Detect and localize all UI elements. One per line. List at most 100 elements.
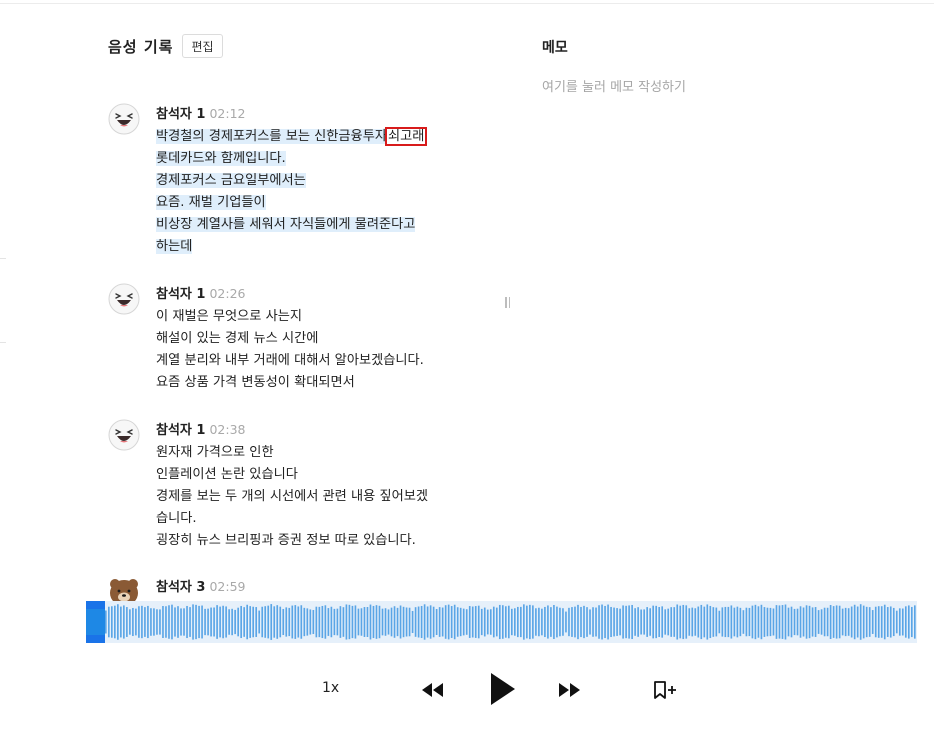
waveform-bar xyxy=(877,606,880,638)
rewind-button[interactable] xyxy=(420,678,446,702)
waveform-bar xyxy=(532,605,534,639)
waveform-bars xyxy=(105,604,916,640)
waveform-bar xyxy=(589,609,591,635)
waveform-bar xyxy=(372,605,375,639)
edit-button[interactable]: 편집 xyxy=(182,34,223,58)
pane-resize-handle[interactable] xyxy=(505,297,510,308)
waveform-bar xyxy=(592,607,594,637)
waveform-bar xyxy=(459,607,462,637)
waveform-bar xyxy=(511,608,513,636)
transcript-text: 이 재벌은 무엇으로 사는지 해설이 있는 경제 뉴스 시간에 계열 분리와 내… xyxy=(156,306,424,394)
waveform-bar xyxy=(634,608,636,636)
highlighted-word[interactable]: 쇠고래 xyxy=(384,127,428,146)
waveform-bar xyxy=(294,605,297,639)
waveform-bar xyxy=(520,606,522,638)
waveform-bar xyxy=(492,606,495,638)
waveform-bar xyxy=(369,604,372,640)
waveform-bar xyxy=(195,604,197,640)
waveform-bar xyxy=(303,607,306,637)
memo-input[interactable] xyxy=(542,80,902,95)
waveform-bar xyxy=(327,608,330,636)
waveform-bar xyxy=(607,604,609,640)
timestamp-link[interactable]: 02:59 xyxy=(209,579,245,594)
waveform-bar xyxy=(733,607,736,637)
waveform-bar xyxy=(330,606,333,638)
add-bookmark-button[interactable] xyxy=(650,678,680,702)
waveform-bar xyxy=(829,605,832,639)
waveform-bar xyxy=(841,608,844,636)
timestamp-link[interactable]: 02:26 xyxy=(209,286,245,301)
waveform-bar xyxy=(429,605,432,639)
transcript-line: 요즘. 재벌 기업들이 xyxy=(156,195,266,210)
waveform-bar xyxy=(291,605,294,639)
play-icon xyxy=(491,673,515,705)
waveform-bar xyxy=(856,606,859,638)
waveform-bar xyxy=(159,609,161,635)
play-button[interactable] xyxy=(486,670,518,708)
fast-forward-button[interactable] xyxy=(556,678,582,702)
waveform-bar xyxy=(859,604,862,640)
timestamp-link[interactable]: 02:12 xyxy=(209,106,245,121)
waveform-bar xyxy=(162,606,164,638)
left-edge-tick xyxy=(0,258,6,259)
waveform-bar xyxy=(568,607,570,637)
waveform-bar xyxy=(258,610,261,634)
playhead-handle[interactable] xyxy=(86,601,105,643)
waveform-bar xyxy=(688,608,691,636)
waveform-bar xyxy=(697,606,700,638)
waveform-bar xyxy=(691,607,694,637)
waveform-bar xyxy=(595,607,597,637)
waveform-bar xyxy=(844,607,847,637)
waveform-bar xyxy=(300,605,303,639)
waveform-bar xyxy=(637,607,639,637)
waveform-bar xyxy=(565,611,567,633)
waveform-bar xyxy=(610,606,612,638)
waveform-bar xyxy=(910,606,913,638)
speaker-label: 참석자 3 02:59 xyxy=(156,576,245,595)
waveform-bar xyxy=(405,607,408,637)
waveform-bar xyxy=(243,607,245,637)
waveform-bar xyxy=(712,607,715,637)
waveform-bar xyxy=(168,605,170,639)
waveform-bar xyxy=(273,606,276,638)
waveform-bar xyxy=(201,605,203,639)
speaker-name: 참석자 3 xyxy=(156,580,206,595)
waveform-bar xyxy=(559,607,561,637)
waveform-bar xyxy=(189,607,191,637)
waveform-bar xyxy=(477,605,480,639)
waveform-bar xyxy=(742,610,745,634)
waveform-bar xyxy=(399,605,402,639)
waveform-bar xyxy=(904,606,907,638)
waveform-bar xyxy=(664,609,667,635)
waveform-bar xyxy=(778,605,781,639)
waveform-bar xyxy=(781,605,784,639)
waveform-bar xyxy=(138,606,140,638)
waveform-bar xyxy=(282,608,285,636)
waveform-bar xyxy=(571,607,573,637)
transcript-line: 박경철의 경제포커스를 보는 신한금융투자쇠고래 xyxy=(156,127,428,146)
waveform-bar xyxy=(402,606,405,638)
waveform-bar xyxy=(847,608,850,636)
waveform-bar xyxy=(913,605,916,639)
transcript-line: 경제를 보는 두 개의 시선에서 관련 내용 짚어보겠 xyxy=(156,489,428,504)
waveform-bar xyxy=(865,606,868,638)
timestamp-link[interactable]: 02:38 xyxy=(209,422,245,437)
audio-waveform-scrubber[interactable] xyxy=(86,601,917,643)
waveform-bar xyxy=(240,605,242,639)
waveform-bar xyxy=(435,609,438,635)
waveform-bar xyxy=(724,606,727,638)
playback-speed-button[interactable]: 1x xyxy=(322,680,339,696)
waveform-bar xyxy=(808,605,811,639)
waveform-bar xyxy=(114,605,116,639)
waveform-bar xyxy=(727,606,730,638)
waveform-bar xyxy=(261,606,264,638)
waveform-bar xyxy=(622,605,624,639)
waveform-bar xyxy=(820,609,823,635)
waveform-bar xyxy=(471,606,474,638)
waveform-bar xyxy=(486,609,489,635)
waveform-bar xyxy=(123,605,125,639)
waveform-bar xyxy=(709,605,712,639)
waveform-bar xyxy=(718,610,721,634)
waveform-bar xyxy=(643,609,645,635)
waveform-bar xyxy=(483,607,486,637)
